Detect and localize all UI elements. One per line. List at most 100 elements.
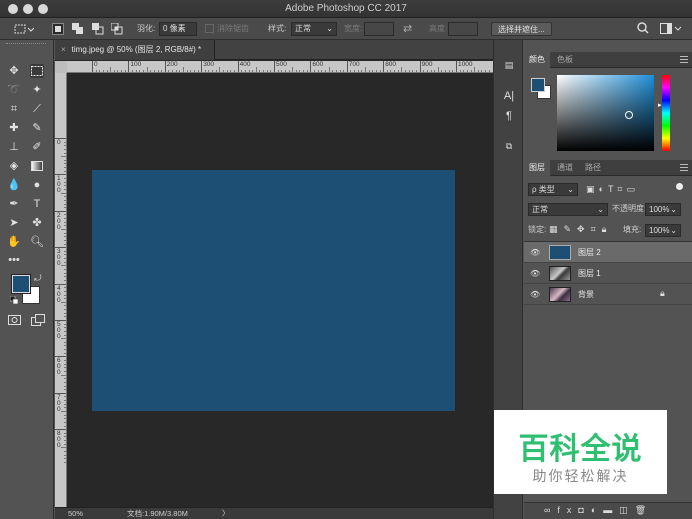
antialias-checkbox[interactable] [205, 24, 214, 33]
layer-actions-icons[interactable]: ∞fx◘◐▬◫🗑︎ [544, 505, 653, 516]
layers-panel-menu-icon[interactable] [680, 164, 688, 171]
feather-input[interactable]: 0 像素 [159, 22, 197, 36]
ruler-minor-tick [64, 421, 66, 423]
dodge-tool-icon[interactable]: ● [30, 178, 44, 192]
blur-tool-icon[interactable]: 💧 [7, 178, 21, 192]
move-tool-icon[interactable]: ✥ [7, 64, 21, 78]
hue-slider-handle[interactable]: ▸ [658, 101, 662, 109]
ruler-minor-tick [113, 70, 115, 72]
layer-row[interactable]: 👁︎ 图层 2 [524, 242, 692, 263]
horizontal-ruler[interactable]: 0 100 200 300 400 500 600 700 800 900 1000 [67, 61, 493, 73]
rect-marquee-tool-icon[interactable] [30, 64, 44, 78]
close-tab-icon[interactable]: × [61, 45, 66, 54]
opacity-input[interactable]: 100% ⌄ [645, 203, 681, 216]
layer-row[interactable]: 👁︎ 图层 1 [524, 263, 692, 284]
tab-color[interactable]: 颜色 [524, 52, 550, 68]
magic-wand-tool-icon[interactable]: ✦ [30, 83, 44, 97]
clone-stamp-tool-icon[interactable]: ⊥ [7, 140, 21, 154]
tab-layers[interactable]: 图层 [524, 160, 550, 176]
image-canvas[interactable] [92, 170, 455, 411]
ruler-minor-tick [423, 70, 425, 72]
color-field[interactable] [557, 75, 654, 151]
layer-name[interactable]: 图层 1 [578, 268, 601, 279]
default-colors-icon[interactable] [9, 295, 19, 306]
blend-mode-select[interactable]: 正常 ⌄ [528, 203, 608, 216]
add-to-selection-icon[interactable] [72, 23, 84, 37]
lock-options-icons[interactable]: ▦✎✥⌗🔒︎ [549, 224, 612, 235]
tools-panel: ✥ ➰ ✦ ⌗ ⟋ ✚ ✎ ⊥ ✐ ◈ 💧 ● ✒ T ➤ ✤ ✋ 🔍︎ •••… [0, 40, 54, 519]
color-panel-menu-icon[interactable] [680, 56, 688, 63]
feather-label: 羽化: [137, 24, 156, 33]
ruler-minor-tick [64, 178, 66, 180]
tab-swatches[interactable]: 色板 [552, 52, 578, 68]
ruler-minor-tick [299, 70, 301, 72]
layer-filter-icons[interactable]: ▣◐T⌗▭ [586, 184, 639, 195]
eyedropper-tool-icon[interactable]: ⟋ [30, 102, 44, 116]
workspace-switcher-icon[interactable] [660, 23, 682, 37]
lasso-tool-icon[interactable]: ➰ [7, 83, 21, 97]
foreground-color-swatch[interactable] [11, 274, 31, 294]
paragraph-panel-icon[interactable]: ¶ [502, 109, 516, 123]
ruler-minor-tick [448, 70, 450, 72]
marquee-preset-picker[interactable] [14, 23, 35, 37]
layer-filter-select[interactable]: ρ 类型 ⌄ [528, 183, 578, 196]
width-label: 宽度: [344, 24, 363, 33]
tab-channels[interactable]: 通道 [552, 160, 578, 176]
swap-dimensions-icon[interactable]: ⇄ [403, 22, 412, 36]
color-panel-foreground-swatch[interactable] [531, 78, 545, 92]
ruler-origin[interactable] [55, 61, 67, 73]
path-selection-tool-icon[interactable]: ➤ [7, 216, 21, 230]
color-picker-cursor[interactable] [625, 111, 633, 119]
toolbar-grip[interactable] [6, 43, 46, 45]
ruler-minor-tick [64, 352, 66, 354]
hue-slider[interactable] [662, 75, 670, 151]
swap-colors-icon[interactable]: ⤾ [34, 273, 42, 284]
adjustments-panel-icon[interactable]: ⧉ [502, 139, 516, 153]
ruler-minor-tick [135, 70, 137, 72]
ruler-minor-tick [64, 454, 66, 456]
zoom-level[interactable]: 50% [68, 508, 83, 519]
layer-name[interactable]: 图层 2 [578, 247, 601, 258]
select-and-mask-button[interactable]: 选择并遮住... [491, 22, 552, 36]
character-panel-icon[interactable]: A| [502, 89, 516, 103]
type-tool-icon[interactable]: T [30, 197, 44, 211]
layer-name[interactable]: 背景 [578, 289, 594, 300]
zoom-tool-icon[interactable]: 🔍︎ [30, 235, 44, 249]
visibility-eye-icon[interactable]: 👁︎ [530, 269, 540, 278]
pen-tool-icon[interactable]: ✒ [7, 197, 21, 211]
search-icon[interactable] [637, 22, 649, 36]
custom-shape-tool-icon[interactable]: ✤ [30, 216, 44, 230]
screen-mode-icon[interactable] [31, 314, 45, 328]
style-select[interactable]: 正常 ⌄ [291, 22, 337, 36]
height-input[interactable] [448, 22, 478, 36]
hand-tool-icon[interactable]: ✋ [7, 235, 21, 249]
eraser-tool-icon[interactable]: ◈ [7, 159, 21, 173]
ruler-minor-tick [230, 70, 232, 72]
ruler-minor-tick [244, 70, 246, 72]
more-tools-icon[interactable]: ••• [7, 253, 21, 267]
ruler-minor-tick [64, 218, 66, 220]
history-brush-tool-icon[interactable]: ✐ [30, 140, 44, 154]
vertical-ruler[interactable]: 0 100 200 300 400 500 600 700 800 [55, 73, 67, 507]
layer-row[interactable]: 👁︎ 背景 🔒︎ [524, 284, 692, 305]
filter-toggle-icon[interactable] [676, 183, 683, 190]
width-input[interactable] [364, 22, 394, 36]
ruler-minor-tick [64, 378, 66, 380]
visibility-eye-icon[interactable]: 👁︎ [530, 248, 540, 257]
history-panel-icon[interactable]: ▤ [502, 58, 516, 72]
healing-brush-tool-icon[interactable]: ✚ [7, 121, 21, 135]
crop-tool-icon[interactable]: ⌗ [7, 102, 21, 116]
status-menu-arrow[interactable]: 〉 [222, 508, 230, 519]
ruler-minor-tick [390, 70, 392, 72]
ruler-minor-tick [64, 323, 66, 325]
quick-mask-icon[interactable] [8, 315, 21, 327]
fill-input[interactable]: 100% ⌄ [645, 224, 681, 237]
brush-tool-icon[interactable]: ✎ [30, 121, 44, 135]
intersect-selection-icon[interactable] [110, 22, 123, 37]
new-selection-icon[interactable] [52, 23, 64, 35]
document-tab[interactable]: × timg.jpeg @ 50% (图层 2, RGB/8#) * [55, 40, 215, 60]
subtract-from-selection-icon[interactable] [92, 23, 104, 37]
visibility-eye-icon[interactable]: 👁︎ [530, 290, 540, 299]
tab-paths[interactable]: 路径 [580, 160, 606, 176]
gradient-tool-icon[interactable] [30, 159, 44, 173]
